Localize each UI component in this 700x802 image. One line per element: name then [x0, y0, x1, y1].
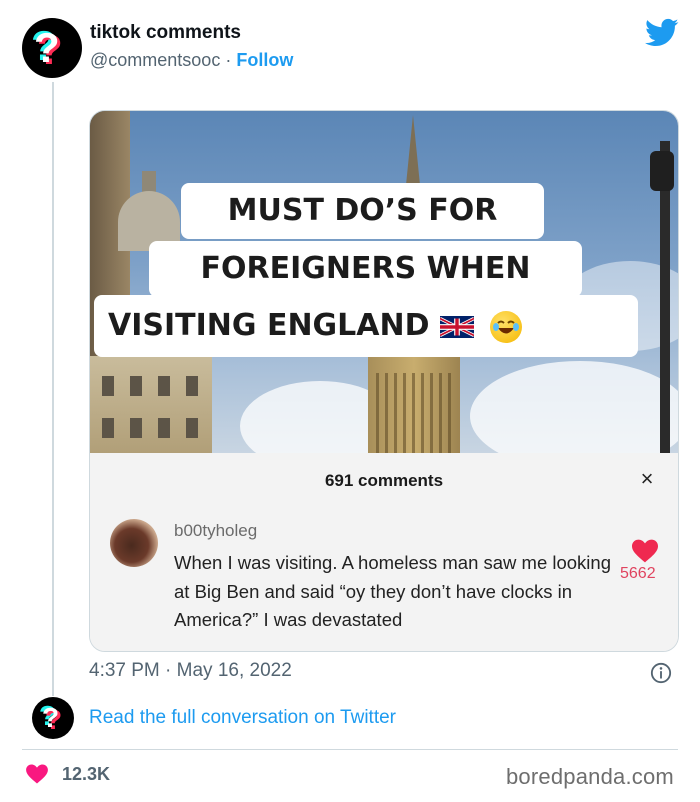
uk-flag-icon [439, 315, 474, 338]
big-ben-spire [406, 115, 420, 185]
display-name[interactable]: tiktok comments [90, 22, 241, 44]
twitter-bird-icon[interactable] [645, 18, 679, 48]
info-icon[interactable] [650, 662, 672, 684]
commenter-avatar[interactable] [110, 519, 158, 567]
like-heart-icon[interactable] [26, 764, 48, 784]
like-count: 12.3K [62, 764, 111, 784]
user-handle[interactable]: @commentsooc [90, 50, 220, 70]
comment-heart-icon[interactable] [632, 539, 658, 563]
commenter-username[interactable]: b00tyholeg [174, 521, 257, 541]
question-mark-icon: ??? [31, 22, 63, 73]
profile-avatar[interactable]: ??? [22, 18, 82, 78]
title-line-2: FOREIGNERS WHEN [149, 241, 582, 297]
comment-text: When I was visiting. A homeless man saw … [174, 552, 611, 630]
close-icon[interactable]: × [635, 467, 659, 491]
comment-like-count: 5662 [620, 565, 656, 582]
tweet-timestamp[interactable]: 4:37 PM · May 16, 2022 [89, 660, 292, 682]
title-line-3-box: VISITING ENGLAND [94, 295, 638, 357]
boredpanda-watermark: boredpanda.com [506, 764, 674, 789]
comments-panel: 691 comments × b00tyholeg When I was vis… [90, 453, 678, 651]
tweet-media-card[interactable]: MUST DO’S FOR FOREIGNERS WHEN VISITING E… [89, 110, 679, 652]
stone-building [90, 356, 212, 453]
divider [22, 749, 678, 750]
small-profile-avatar[interactable]: ??? [32, 697, 74, 739]
thread-line [52, 82, 54, 696]
title-line-3: VISITING ENGLAND [108, 308, 430, 343]
title-line-1: MUST DO’S FOR [181, 183, 544, 239]
read-conversation-link[interactable]: Read the full conversation on Twitter [89, 707, 396, 729]
question-mark-icon: ??? [39, 700, 63, 735]
laughing-emoji-icon [489, 310, 522, 343]
separator-dot: · [225, 50, 232, 70]
handle-row: @commentsooc · Follow [90, 50, 293, 71]
comments-count: 691 comments [324, 471, 444, 490]
follow-button[interactable]: Follow [236, 50, 293, 70]
